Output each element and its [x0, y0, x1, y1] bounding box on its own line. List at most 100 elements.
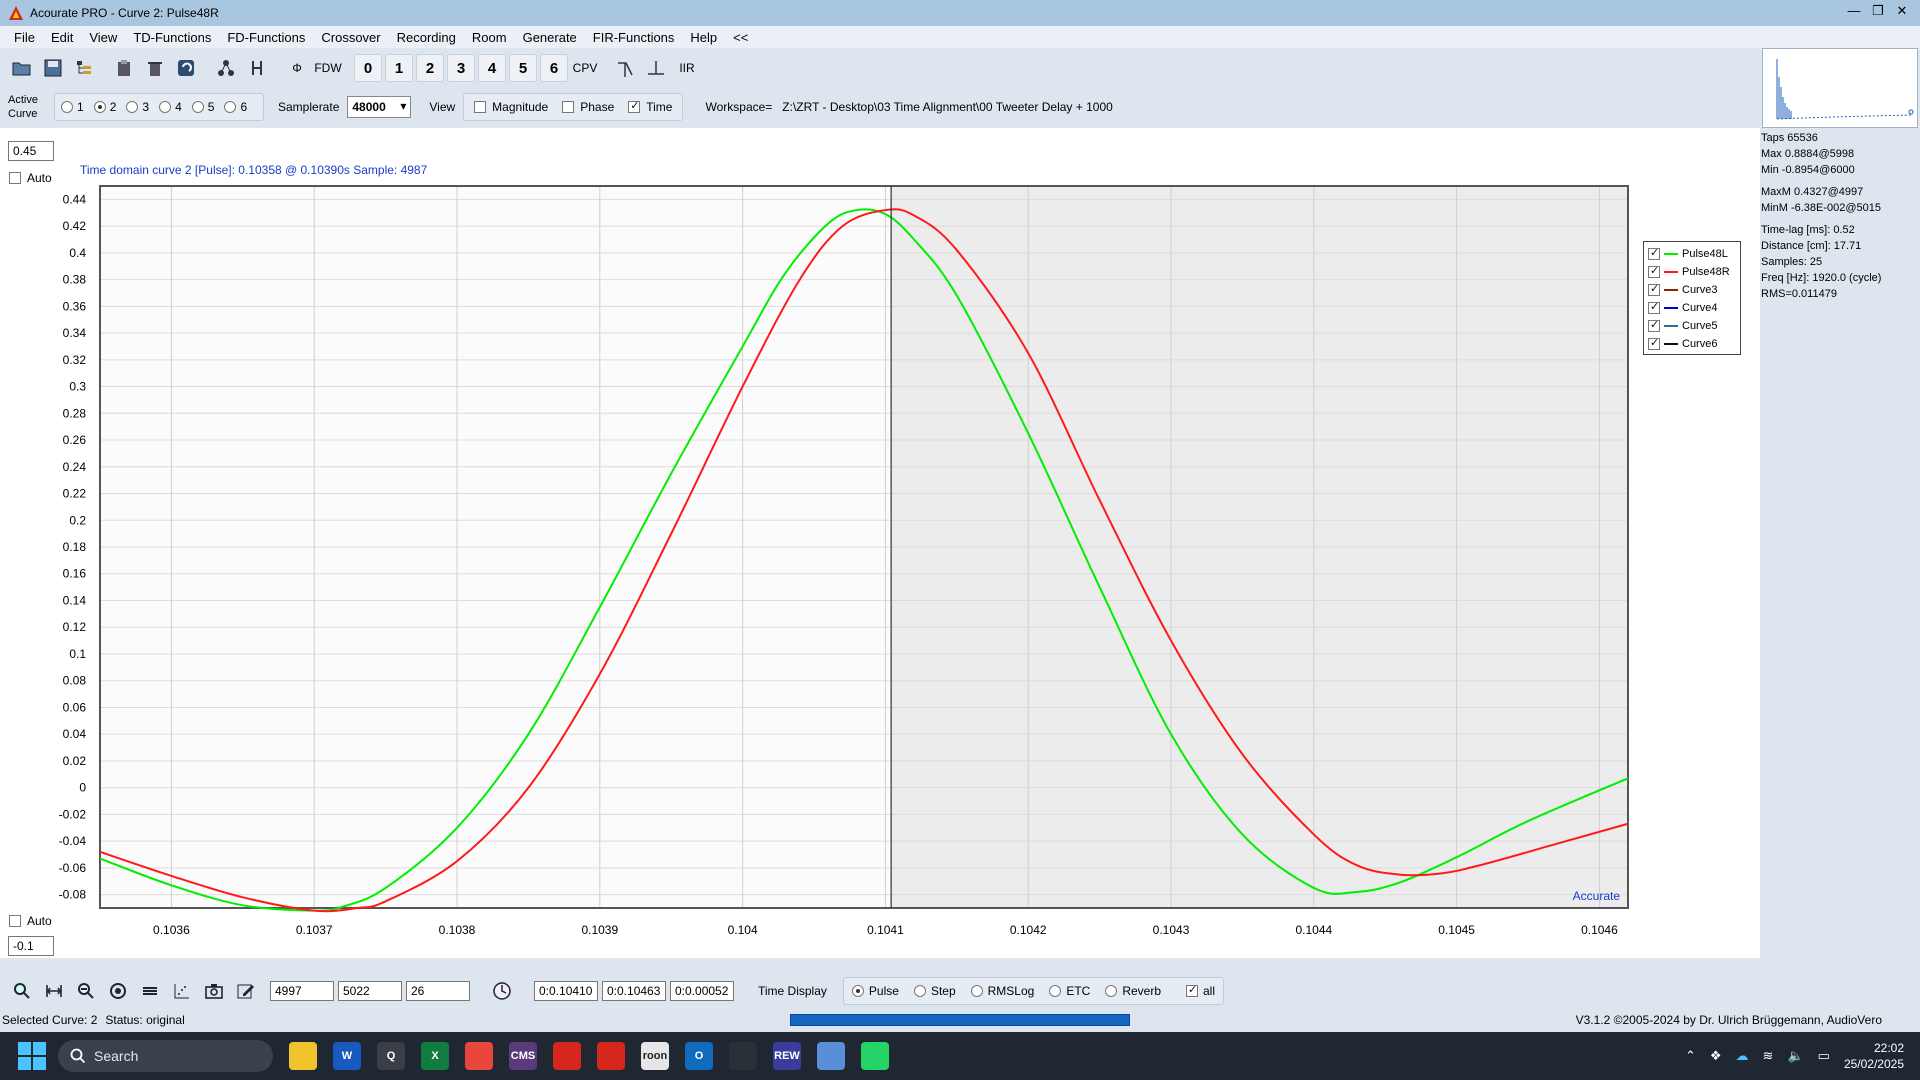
windows-start-icon[interactable] [18, 1042, 46, 1070]
menu-recording[interactable]: Recording [389, 30, 464, 45]
legend-item-pulse48l[interactable]: Pulse48L [1648, 245, 1736, 263]
split-icon[interactable] [243, 54, 271, 82]
curve-radio-1[interactable] [61, 101, 73, 113]
menu-td-functions[interactable]: TD-Functions [125, 30, 219, 45]
menu-room[interactable]: Room [464, 30, 515, 45]
maximize-icon[interactable]: ❐ [1866, 3, 1890, 19]
roon-icon[interactable]: roon [641, 1042, 669, 1070]
zoom-out-icon[interactable] [72, 977, 100, 1005]
fit-width-icon[interactable] [40, 977, 68, 1005]
sample-start-input[interactable]: 4997 [270, 981, 334, 1001]
menu-crossover[interactable]: Crossover [313, 30, 388, 45]
legend-checkbox[interactable] [1648, 318, 1660, 332]
rew-icon[interactable]: REW [773, 1042, 801, 1070]
menu-help[interactable]: Help [682, 30, 725, 45]
legend-item-pulse48r[interactable]: Pulse48R [1648, 263, 1736, 281]
legend-checkbox[interactable] [1648, 336, 1660, 350]
undo-icon[interactable] [172, 54, 200, 82]
mode-reverb-radio[interactable] [1105, 985, 1118, 997]
sample-count-input[interactable]: 26 [406, 981, 470, 1001]
dropbox-icon[interactable]: ❖ [1710, 1048, 1722, 1064]
search-app-icon[interactable]: Q [377, 1042, 405, 1070]
taskbar-search[interactable]: Search [58, 1040, 273, 1072]
time-end-input[interactable]: 0:0.10463 [602, 981, 666, 1001]
menu-view[interactable]: View [81, 30, 125, 45]
curve-radio-2[interactable] [93, 101, 106, 113]
curve-3-button[interactable]: 3 [447, 54, 475, 82]
clock[interactable]: 22:02 25/02/2025 [1844, 1040, 1904, 1072]
curve-radio-5[interactable] [191, 101, 204, 113]
curve-radio-6[interactable] [224, 101, 237, 113]
mode-step-radio[interactable] [913, 985, 926, 997]
network-icon[interactable] [212, 54, 240, 82]
menu-generate[interactable]: Generate [515, 30, 585, 45]
acrobat-icon[interactable] [553, 1042, 581, 1070]
sample-end-input[interactable]: 5022 [338, 981, 402, 1001]
excel-icon[interactable]: X [421, 1042, 449, 1070]
trash-icon[interactable] [141, 54, 169, 82]
all-checkbox[interactable] [1186, 983, 1198, 997]
chevron-up-icon[interactable]: ⌃ [1685, 1048, 1696, 1064]
phi-button[interactable]: Φ [283, 54, 311, 82]
legend-item-curve3[interactable]: Curve3 [1648, 281, 1736, 299]
onedrive-icon[interactable]: ☁ [1736, 1048, 1749, 1064]
acourate-icon[interactable] [597, 1042, 625, 1070]
legend-checkbox[interactable] [1648, 264, 1660, 278]
fdw-button[interactable]: FDW [314, 54, 342, 82]
curve-0-button[interactable]: 0 [354, 54, 382, 82]
cpv-button[interactable]: CPV [571, 54, 599, 82]
time-diff-input[interactable]: 0:0.00052 [670, 981, 734, 1001]
curve-6-button[interactable]: 6 [540, 54, 568, 82]
menu-fd-functions[interactable]: FD-Functions [219, 30, 313, 45]
phase-checkbox[interactable] [562, 101, 575, 113]
menu-file[interactable]: File [6, 30, 43, 45]
camera-icon[interactable] [200, 977, 228, 1005]
menu-fir-functions[interactable]: FIR-Functions [585, 30, 683, 45]
open-folder-icon[interactable] [8, 54, 36, 82]
legend-checkbox[interactable] [1648, 300, 1660, 314]
close-icon[interactable]: ✕ [1890, 3, 1914, 19]
samplerate-select[interactable]: 48000 [347, 96, 412, 118]
time-domain-chart[interactable]: 0.44 0.42 0.4 0.38 0.36 0.34 0.32 0.3 0.28 0.26 0.… [0, 128, 1760, 958]
menu-collapse[interactable]: << [725, 30, 756, 45]
wifi-icon[interactable]: ≋ [1763, 1048, 1774, 1064]
iir-button[interactable]: IIR [673, 54, 701, 82]
time-start-input[interactable]: 0:0.10410 [534, 981, 598, 1001]
word-icon[interactable]: W [333, 1042, 361, 1070]
curve-4-button[interactable]: 4 [478, 54, 506, 82]
curve-radio-3[interactable] [126, 101, 139, 113]
outlook-icon[interactable]: O [685, 1042, 713, 1070]
legend-checkbox[interactable] [1648, 282, 1660, 296]
menu-edit[interactable]: Edit [43, 30, 81, 45]
whatsapp-icon[interactable] [861, 1042, 889, 1070]
cms-icon[interactable]: CMS [509, 1042, 537, 1070]
legend-item-curve6[interactable]: Curve6 [1648, 335, 1736, 353]
lowpass-icon[interactable] [611, 54, 639, 82]
zoom-in-icon[interactable] [8, 977, 36, 1005]
edit-icon[interactable] [232, 977, 260, 1005]
app-grid-icon[interactable] [729, 1042, 757, 1070]
legend-item-curve5[interactable]: Curve5 [1648, 317, 1736, 335]
tree-list-icon[interactable] [70, 54, 98, 82]
clock-icon[interactable] [488, 977, 516, 1005]
minimize-icon[interactable]: — [1842, 3, 1866, 19]
magnitude-checkbox[interactable] [474, 101, 487, 113]
scatter-icon[interactable] [168, 977, 196, 1005]
chrome-icon[interactable] [465, 1042, 493, 1070]
curve-5-button[interactable]: 5 [509, 54, 537, 82]
mode-pulse-radio[interactable] [851, 985, 864, 997]
lines-icon[interactable] [136, 977, 164, 1005]
time-checkbox[interactable] [628, 99, 641, 113]
clipboard-delete-icon[interactable] [110, 54, 138, 82]
app-blue-icon[interactable] [817, 1042, 845, 1070]
impulse-icon[interactable] [642, 54, 670, 82]
curve-1-button[interactable]: 1 [385, 54, 413, 82]
curve-2-button[interactable]: 2 [416, 54, 444, 82]
curve-radio-4[interactable] [159, 101, 172, 113]
target-icon[interactable] [104, 977, 132, 1005]
legend-item-curve4[interactable]: Curve4 [1648, 299, 1736, 317]
mode-rmslog-radio[interactable] [970, 985, 983, 997]
battery-icon[interactable]: ▭ [1818, 1048, 1830, 1064]
mode-etc-radio[interactable] [1049, 985, 1062, 997]
save-icon[interactable] [39, 54, 67, 82]
